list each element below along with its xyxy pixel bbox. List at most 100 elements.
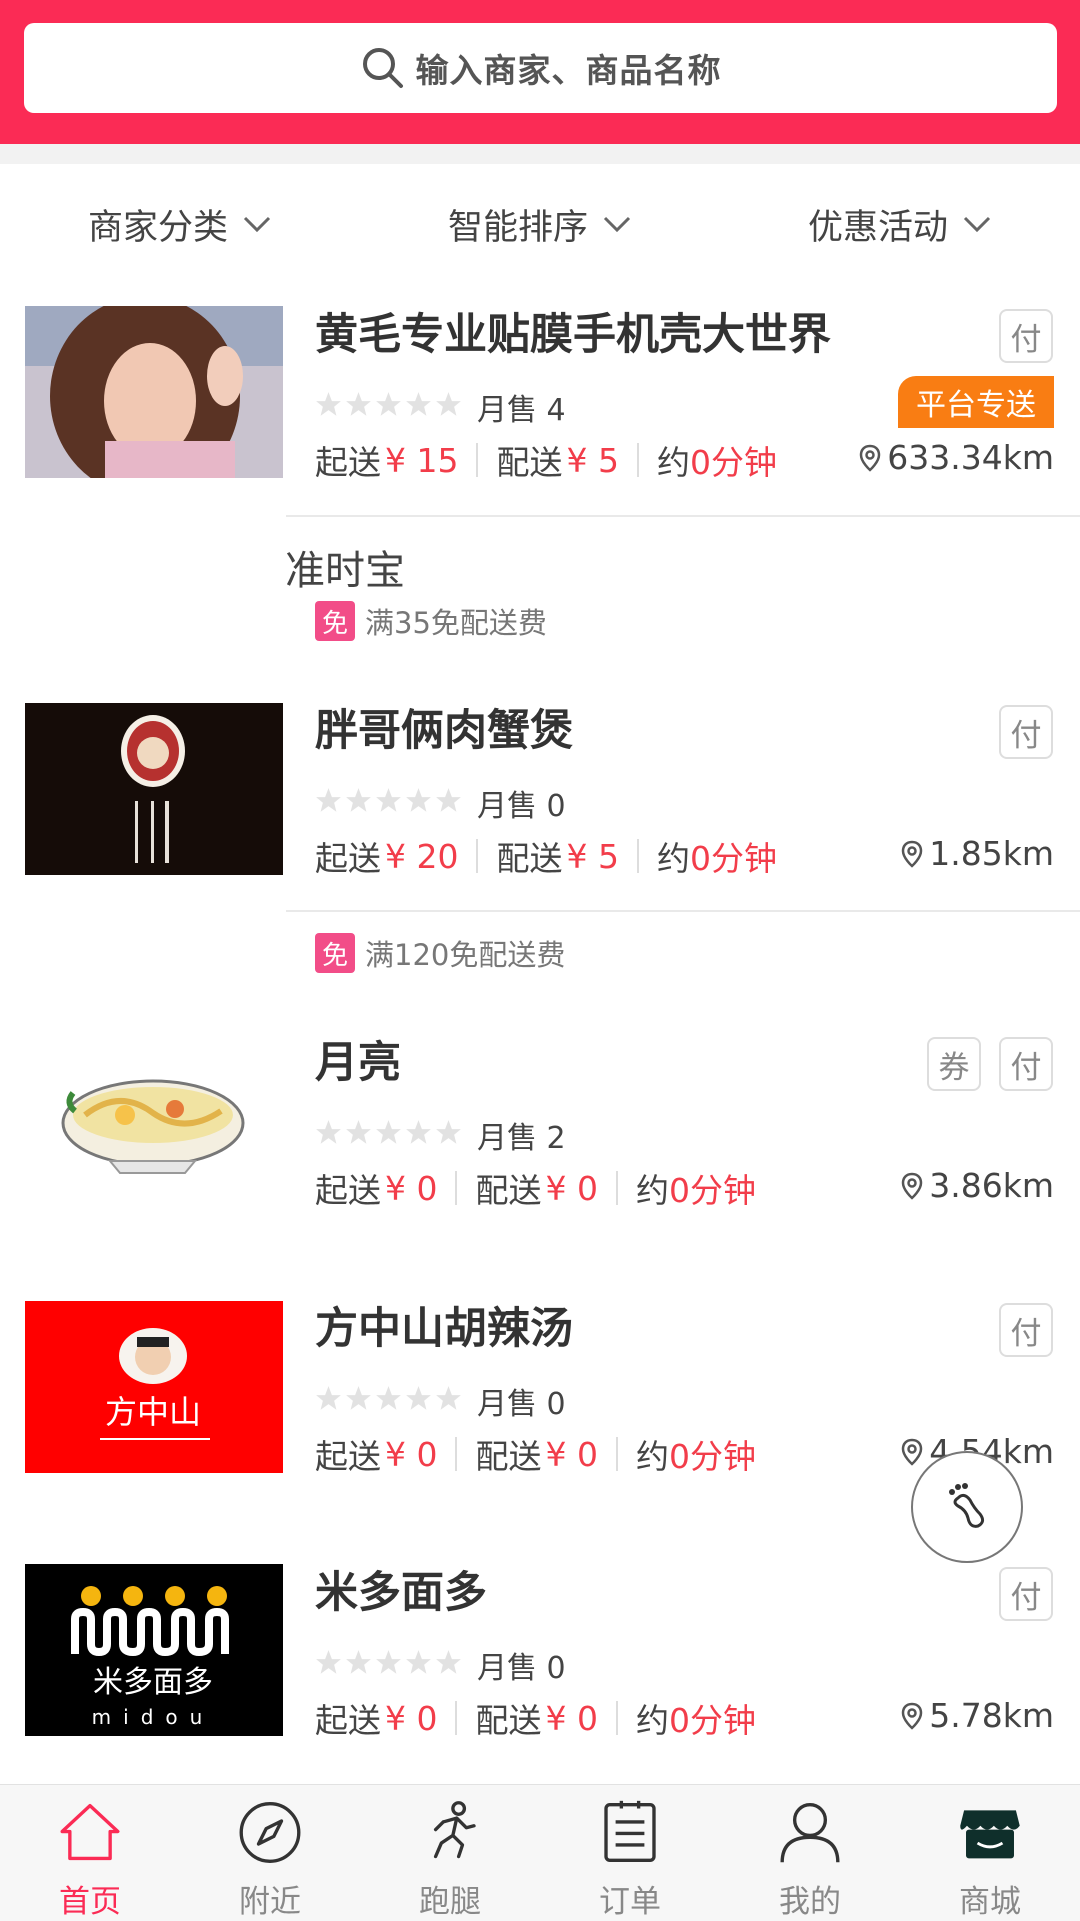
delivery-time: 0分钟 <box>668 1701 756 1740</box>
delivery-fee-label: 配送 <box>496 443 563 482</box>
rating-stars <box>315 787 465 814</box>
delivery-time: 0分钟 <box>689 839 777 878</box>
tab-mall[interactable]: 商城 <box>900 1785 1080 1921</box>
pay-tag: 付 <box>999 309 1053 363</box>
location-pin-icon <box>902 1438 923 1466</box>
star-icon <box>376 788 401 812</box>
delivery-fee-price: ¥ 0 <box>545 1698 598 1738</box>
separator-band <box>0 144 1080 164</box>
time-label: 约 <box>635 1701 669 1740</box>
divider <box>455 1701 458 1735</box>
pay-tag: 付 <box>999 1303 1053 1357</box>
delivery-time: 0分钟 <box>689 443 777 482</box>
pay-tag: 付 <box>999 705 1053 759</box>
distance-value: 633.34km <box>887 438 1054 477</box>
location-pin-icon <box>860 444 881 472</box>
star-icon <box>316 392 341 416</box>
filter-label: 商家分类 <box>87 207 228 248</box>
filter-sort[interactable]: 智能排序 <box>448 199 632 250</box>
distance: 633.34km <box>859 438 1054 477</box>
divider <box>476 443 479 477</box>
distance-value: 5.78km <box>929 1696 1054 1735</box>
rating-stars <box>315 1119 465 1146</box>
tab-errand[interactable]: 跑腿 <box>360 1785 540 1921</box>
shop-image <box>25 703 283 875</box>
star-icon <box>376 1650 401 1674</box>
shop-image <box>25 306 283 478</box>
star-icon <box>436 1120 461 1144</box>
shop-name: 月亮 <box>315 1038 401 1088</box>
tab-profile[interactable]: 我的 <box>720 1785 900 1921</box>
footprint-button[interactable] <box>911 1451 1023 1563</box>
star-icon <box>406 1650 431 1674</box>
star-icon <box>376 1120 401 1144</box>
chevron-down-icon <box>243 216 271 233</box>
min-order-label: 起送 <box>315 839 381 878</box>
distance: 5.78km <box>901 1696 1054 1735</box>
star-icon <box>346 788 371 812</box>
star-icon <box>436 1650 461 1674</box>
filter-category[interactable]: 商家分类 <box>88 199 272 250</box>
star-icon <box>436 1386 461 1410</box>
search-placeholder: 输入商家、商品名称 <box>415 51 722 90</box>
store-icon <box>960 1810 1020 1859</box>
tab-orders[interactable]: 订单 <box>540 1785 720 1921</box>
search-bar[interactable]: 输入商家、商品名称 <box>24 23 1057 113</box>
shop-image: 方中山 <box>25 1301 283 1473</box>
star-icon <box>316 1386 341 1410</box>
min-order-label: 起送 <box>315 443 381 482</box>
divider <box>636 839 639 873</box>
tab-home[interactable]: 首页 <box>0 1785 180 1921</box>
star-icon <box>316 1120 341 1144</box>
delivery-fee-label: 配送 <box>496 839 563 878</box>
rating-stars <box>315 391 465 418</box>
shop-item[interactable]: 方中山 方中山胡辣汤 付 月售 0 起送 ¥ 0 配送 ¥ 0 约 0分钟 4.54k… <box>0 1294 1080 1494</box>
star-icon <box>346 1120 371 1144</box>
star-icon <box>406 1386 431 1410</box>
min-order-price: ¥ 0 <box>385 1698 438 1738</box>
logo-text: 方中山 <box>105 1393 201 1431</box>
tab-label: 跑腿 <box>419 1884 481 1920</box>
delivery-time: 0分钟 <box>668 1437 756 1476</box>
divider <box>455 1437 458 1471</box>
shop-item[interactable]: 米多面多 midou 米多面多 付 月售 0 起送 ¥ 0 配送 ¥ 0 约 0分钟 … <box>0 1558 1080 1758</box>
tab-nearby[interactable]: 附近 <box>180 1785 360 1921</box>
divider <box>615 1171 618 1205</box>
tab-label: 附近 <box>239 1884 301 1920</box>
filter-bar: 商家分类 智能排序 优惠活动 <box>0 164 1080 284</box>
distance: 3.86km <box>901 1166 1054 1205</box>
tab-label: 我的 <box>779 1884 841 1920</box>
promo-text: 满35免配送费 <box>365 606 547 640</box>
time-label: 约 <box>635 1437 669 1476</box>
shop-name: 黄毛专业贴膜手机壳大世界 <box>315 310 831 360</box>
divider <box>286 515 1080 517</box>
star-icon <box>376 392 401 416</box>
star-icon <box>316 788 341 812</box>
shop-item[interactable]: 胖哥俩肉蟹煲 付 月售 0 起送 ¥ 20 配送 ¥ 5 约 0分钟 1.85km 免… <box>0 696 1080 986</box>
divider <box>615 1437 618 1471</box>
shop-item[interactable]: 黄毛专业贴膜手机壳大世界 付 月售 4 平台专送 起送 ¥ 15 配送 ¥ 5 约0… <box>0 300 1080 670</box>
shop-meta: 起送 ¥ 20 配送 ¥ 5 约 0分钟 <box>315 832 777 880</box>
star-icon <box>376 1386 401 1410</box>
star-icon <box>406 392 431 416</box>
distance-value: 3.86km <box>929 1166 1054 1205</box>
delivery-fee-price: ¥ 0 <box>545 1168 598 1208</box>
star-icon <box>316 1650 341 1674</box>
delivery-fee-label: 配送 <box>475 1171 542 1210</box>
user-icon <box>780 1802 840 1863</box>
shop-image <box>25 1033 283 1205</box>
rating-stars <box>315 1649 465 1676</box>
time-label: 约 <box>635 1171 669 1210</box>
delivery-time: 0分钟 <box>668 1171 756 1210</box>
chevron-down-icon <box>963 216 991 233</box>
min-order-price: ¥ 20 <box>385 836 459 876</box>
shop-meta: 起送 ¥ 0 配送 ¥ 0 约 0分钟 <box>315 1694 756 1742</box>
shop-item[interactable]: 月亮 券 付 月售 2 起送 ¥ 0 配送 ¥ 0 约 0分钟 3.86km <box>0 1028 1080 1228</box>
filter-promotions[interactable]: 优惠活动 <box>808 199 992 250</box>
min-order-label: 起送 <box>315 1171 381 1210</box>
location-pin-icon <box>902 840 923 868</box>
star-icon <box>346 392 371 416</box>
star-icon <box>346 1650 371 1674</box>
order-icon <box>604 1800 656 1863</box>
promo-line: 免 满120免配送费 <box>315 932 565 974</box>
